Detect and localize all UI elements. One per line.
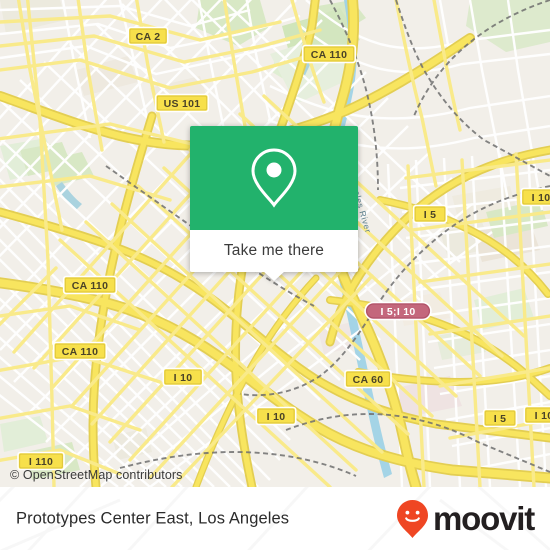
highway-shield-label: CA 110 [62,346,98,358]
highway-shield: CA 110 [301,44,357,64]
highway-shield: CA 110 [52,341,108,361]
highway-shield: I 10 [255,406,297,426]
place-title: Prototypes Center East, Los Angeles [16,509,290,527]
popup-action-row[interactable]: Take me there [190,230,358,281]
highway-shield-label: CA 110 [311,49,347,61]
moovit-wordmark: moovit [433,500,535,537]
osm-attribution[interactable]: © OpenStreetMap contributors [10,468,183,482]
highway-shield-label: I 10 [174,372,193,384]
highway-shield: CA 2 [127,26,169,46]
highway-shield-label: I 5;I 10 [380,306,415,318]
highway-shield-label: I 5 [494,413,507,425]
highway-shield: I 10 [520,187,550,207]
highway-shield: I 110 [17,451,65,471]
map-popup-card[interactable]: Take me there [190,126,358,281]
highway-shield-label: CA 2 [136,31,161,43]
highway-shield-label: I 110 [29,456,53,468]
highway-shield: CA 110 [62,275,118,295]
highway-shield: I 5 [412,204,448,224]
highway-shield: US 101 [154,93,210,113]
map-screenshot: Los Angeles River CA 2CA 110US 101I 5I 1… [0,0,550,550]
highway-shield-label: US 101 [164,98,201,110]
highway-shield-label: I 10 [535,410,550,422]
moovit-brand[interactable]: moovit [396,499,535,539]
take-me-there-label: Take me there [223,242,325,259]
footer-bar: Prototypes Center East, Los Angeles moov… [0,487,550,550]
highway-shield: CA 60 [344,369,392,389]
highway-shield-label: CA 110 [72,280,108,292]
highway-shield: I 5 [482,408,518,428]
highway-shield: I 10 [523,405,550,425]
highway-shield-label: I 5 [424,209,437,221]
highway-shield: I 5;I 10 [364,301,432,321]
popup-tail [263,271,285,281]
highway-shield-label: CA 60 [353,374,384,386]
highway-shield: I 10 [162,367,204,387]
location-pin-icon [251,148,297,208]
moovit-smiley-pin-icon [397,499,429,538]
highway-shield-label: I 10 [267,411,286,423]
highway-shield-label: I 10 [532,192,550,204]
popup-header [190,126,358,230]
